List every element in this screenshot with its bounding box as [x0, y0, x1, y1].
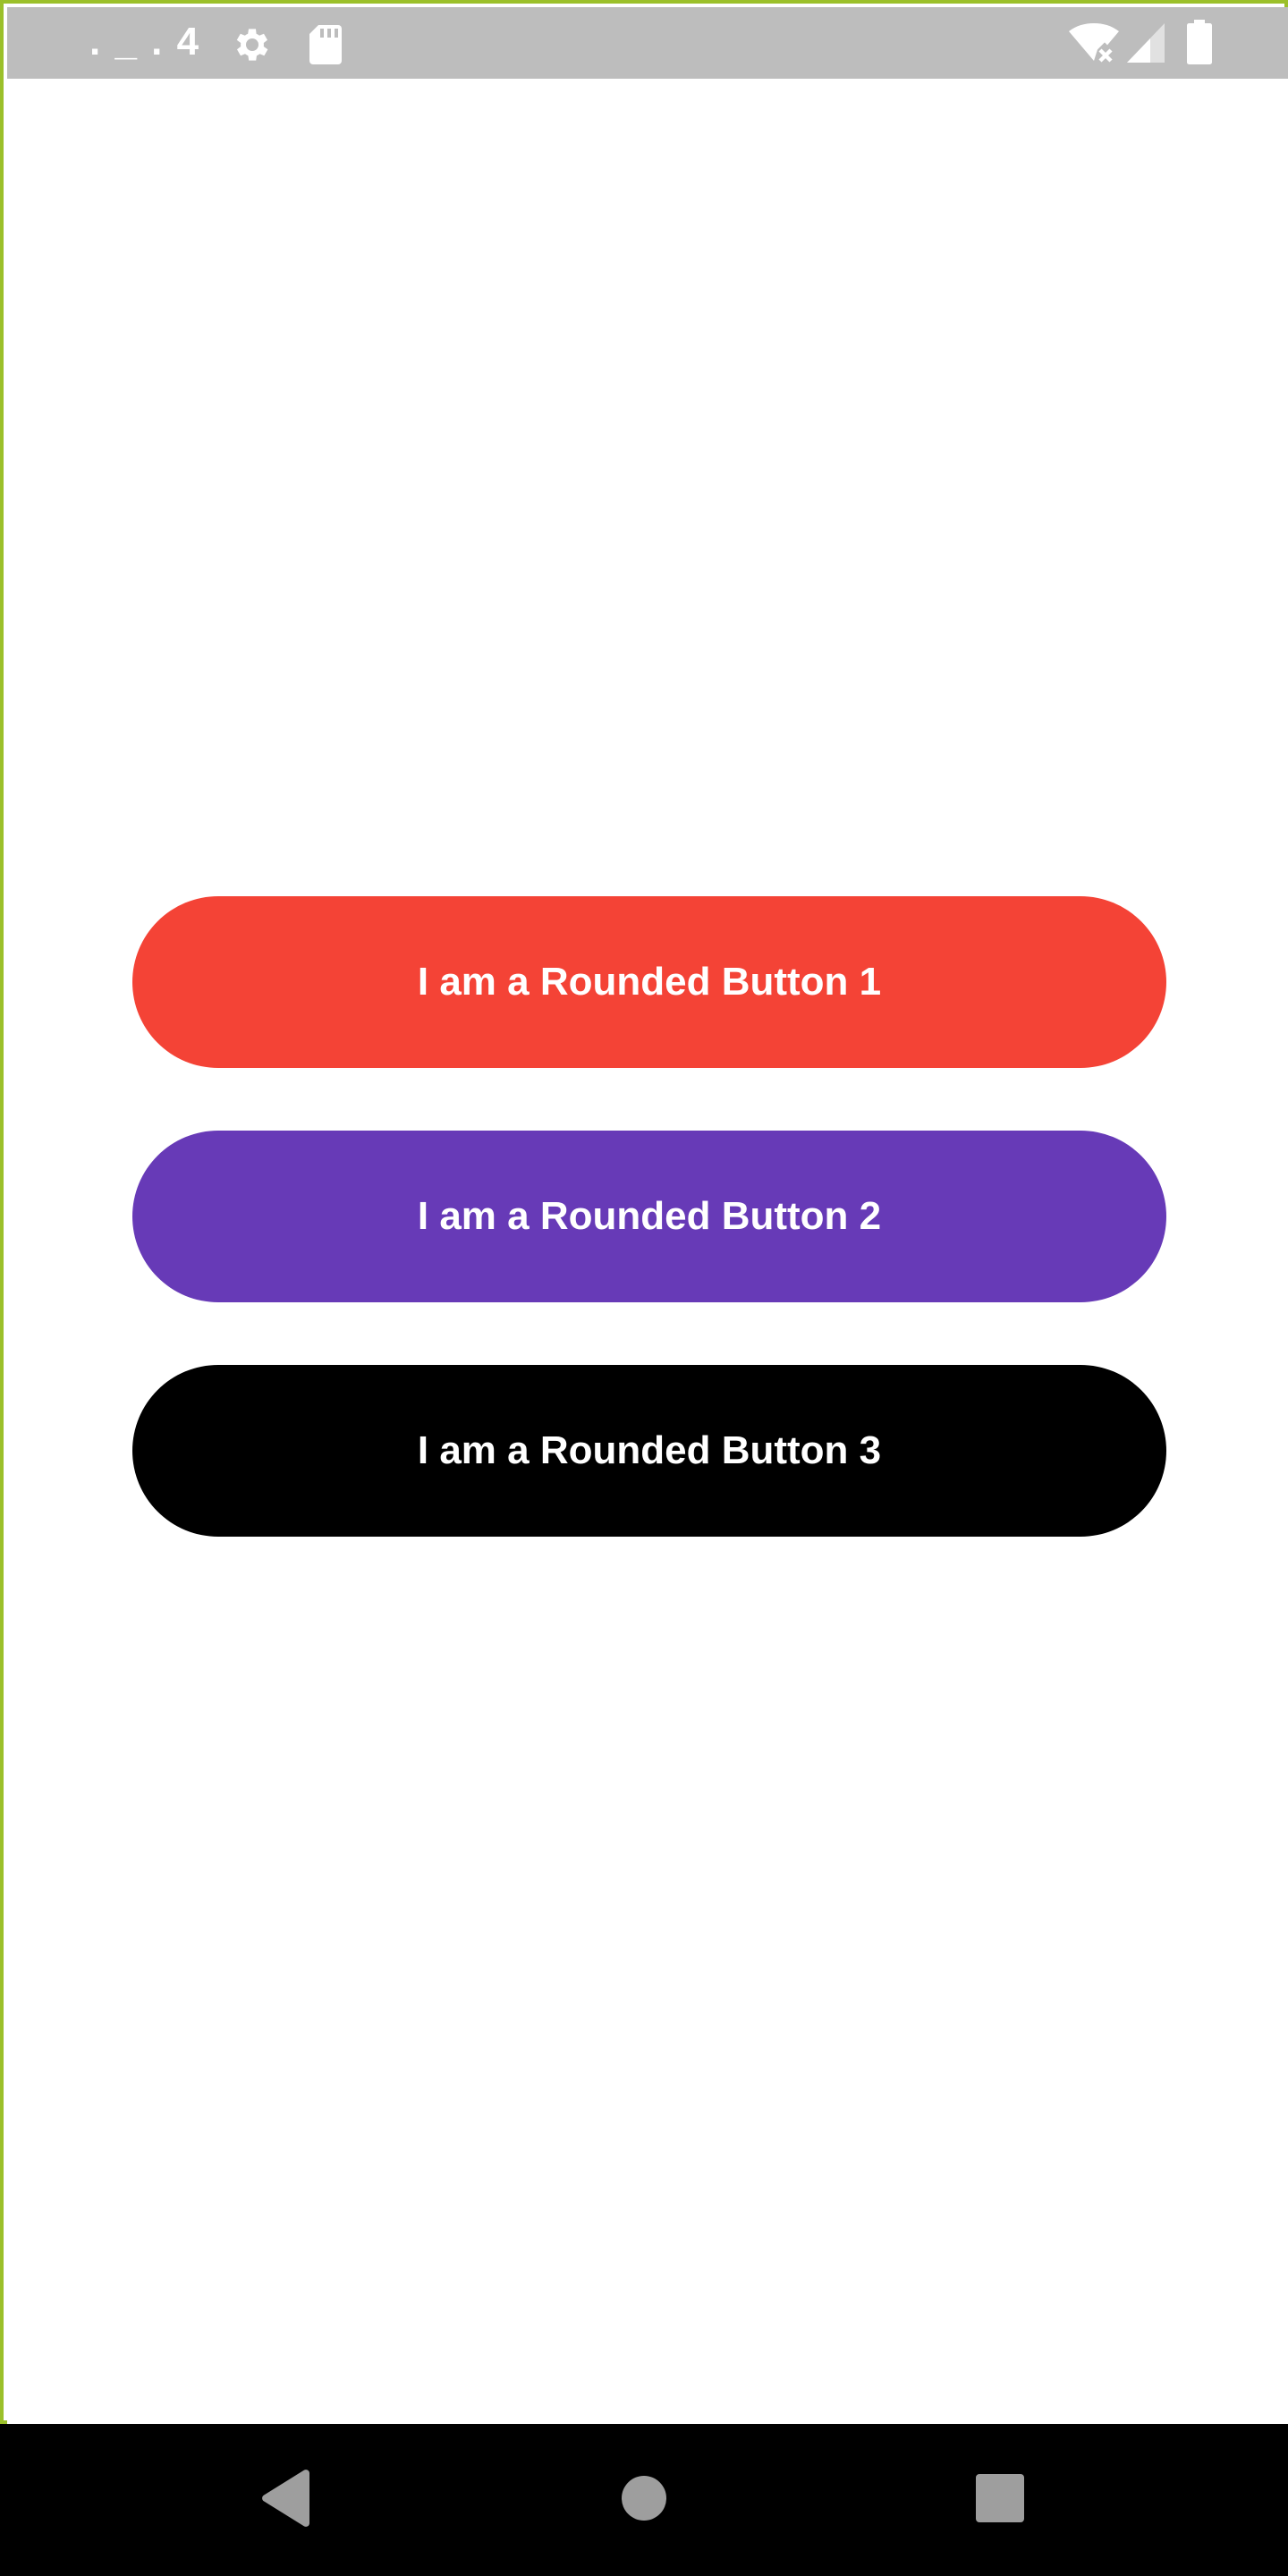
rounded-button-2[interactable]: I am a Rounded Button 2	[132, 1131, 1166, 1302]
back-triangle-icon	[259, 2469, 313, 2531]
recents-button[interactable]	[928, 2424, 1072, 2576]
app-frame: . _ . 4 I am a Rounded Button 1 I am a R…	[0, 0, 1288, 2424]
main-content: I am a Rounded Button 1 I am a Rounded B…	[7, 79, 1288, 2424]
home-circle-icon	[621, 2475, 667, 2526]
home-button[interactable]	[572, 2424, 716, 2576]
battery-icon	[1186, 20, 1213, 69]
rounded-button-3[interactable]: I am a Rounded Button 3	[132, 1365, 1166, 1537]
status-bar: . _ . 4	[7, 7, 1288, 79]
recents-square-icon	[976, 2473, 1024, 2527]
navigation-bar	[0, 2424, 1288, 2576]
rounded-button-1[interactable]: I am a Rounded Button 1	[132, 896, 1166, 1068]
settings-gear-icon	[231, 23, 274, 71]
status-time: . _ . 4	[89, 20, 201, 64]
wifi-off-icon	[1068, 21, 1120, 69]
sd-card-icon	[306, 23, 345, 71]
cellular-signal-icon	[1125, 21, 1166, 69]
back-button[interactable]	[215, 2424, 358, 2576]
